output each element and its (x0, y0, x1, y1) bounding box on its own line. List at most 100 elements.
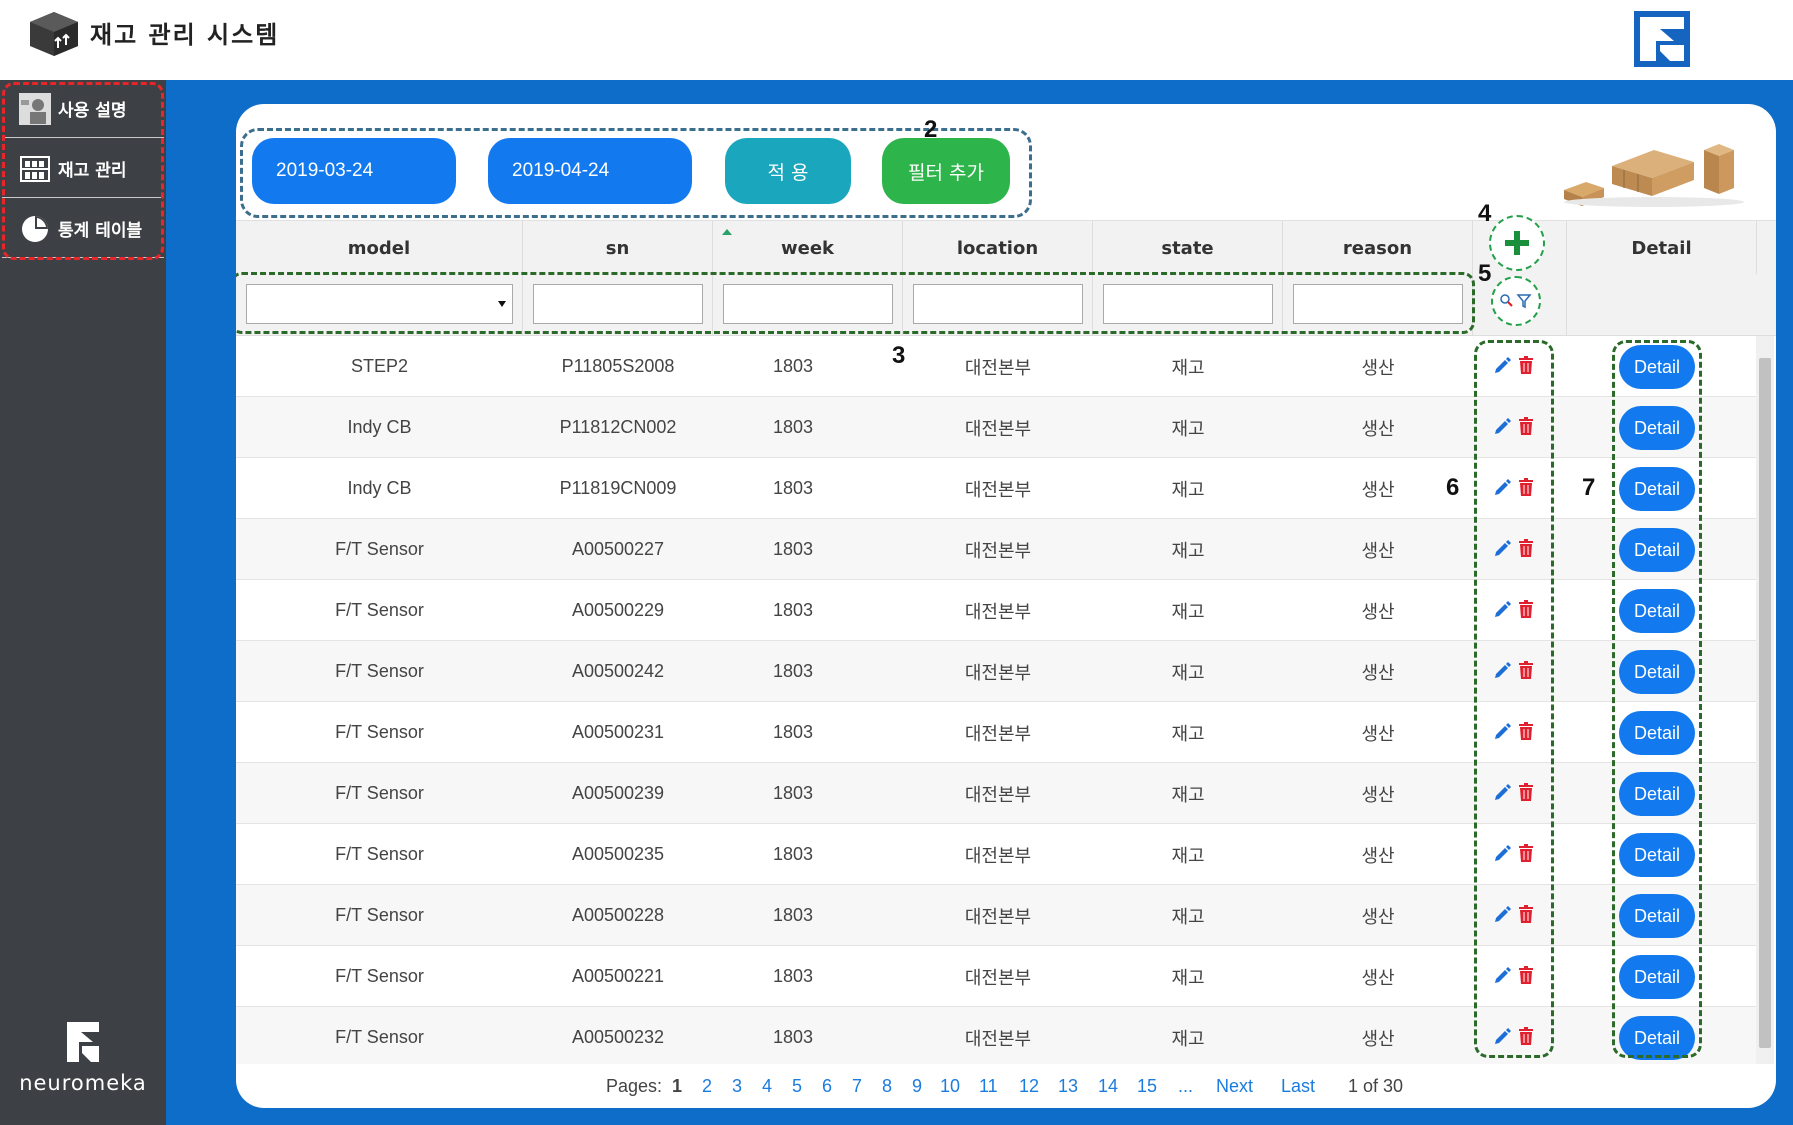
cell-state: 재고 (1171, 479, 1205, 501)
annotation-box-sidebar (2, 82, 164, 260)
cell-reason: 생산 (1361, 906, 1395, 928)
cell-location: 대전본부 (964, 784, 1032, 806)
page-link[interactable]: 10 (940, 1076, 960, 1097)
page-link[interactable]: 4 (762, 1076, 772, 1097)
page-link[interactable]: 3 (732, 1076, 742, 1097)
cell-state: 재고 (1171, 418, 1205, 440)
pages-label: Pages: (606, 1076, 663, 1096)
cell-location: 대전본부 (964, 967, 1032, 989)
cell-sn: A00500231 (571, 722, 665, 742)
next-page-link[interactable]: Next (1216, 1076, 1253, 1097)
cell-reason: 생산 (1361, 357, 1395, 379)
cell-state: 재고 (1171, 540, 1205, 562)
cell-model: F/T Sensor (335, 539, 424, 559)
cell-location: 대전본부 (964, 479, 1032, 501)
cell-reason: 생산 (1361, 601, 1395, 623)
add-row-button[interactable] (1489, 215, 1545, 271)
cell-sn: P11805S2008 (561, 356, 675, 376)
cell-week: 1803 (772, 844, 814, 864)
neuromeka-logo-icon[interactable] (1634, 11, 1690, 67)
cell-week: 1803 (772, 783, 814, 803)
pagination: Pages: 1 2 3 4 5 6 7 8 9 10 11 12 13 14 15... Next Last 1 … (236, 1064, 1756, 1108)
table-header: model sn week location state reason Deta… (236, 220, 1776, 275)
cell-reason: 생산 (1361, 784, 1395, 806)
neuromeka-logo-icon (67, 1022, 99, 1062)
column-header-location[interactable]: location (903, 221, 1093, 275)
search-filter-icon (1500, 294, 1532, 309)
inventory-panel: 2019-03-24 2019-04-24 적 용 필터 추가 2 model … (236, 104, 1776, 1108)
last-page-link[interactable]: Last (1281, 1076, 1315, 1097)
cell-reason: 생산 (1361, 1028, 1395, 1050)
cell-model: F/T Sensor (335, 905, 424, 925)
page-link[interactable]: 11 (979, 1076, 998, 1097)
column-header-detail: Detail (1567, 221, 1757, 275)
page-link[interactable]: 2 (702, 1076, 712, 1097)
cell-sn: P11812CN002 (559, 417, 677, 437)
page-link[interactable]: 6 (822, 1076, 832, 1097)
cell-state: 재고 (1171, 784, 1205, 806)
cell-sn: A00500227 (571, 539, 665, 559)
page-link[interactable]: 7 (852, 1076, 862, 1097)
page-link[interactable]: 13 (1058, 1076, 1078, 1097)
cell-sn: A00500228 (571, 905, 665, 925)
app-title: 재고 관리 시스템 (90, 21, 280, 49)
annotation-box-filters (236, 272, 1475, 334)
column-header-sn[interactable]: sn (523, 221, 713, 275)
cell-location: 대전본부 (964, 845, 1032, 867)
cell-week: 1803 (772, 600, 814, 620)
cell-sn: A00500221 (571, 966, 665, 986)
cell-sn: A00500242 (571, 661, 665, 681)
page-link[interactable]: 9 (912, 1076, 922, 1097)
boxes-illustration (1564, 144, 1744, 207)
annotation-label: 4 (1478, 200, 1492, 227)
cell-reason: 생산 (1361, 723, 1395, 745)
page-link[interactable]: 12 (1019, 1076, 1039, 1097)
cell-location: 대전본부 (964, 662, 1032, 684)
scrollbar-thumb[interactable] (1759, 358, 1771, 1048)
cell-state: 재고 (1171, 1028, 1205, 1050)
column-header-model[interactable]: model (236, 221, 523, 275)
neuromeka-brand: neuromeka (0, 1020, 166, 1095)
column-header-reason[interactable]: reason (1283, 221, 1473, 275)
cell-location: 대전본부 (964, 540, 1032, 562)
cell-state: 재고 (1171, 601, 1205, 623)
cell-model: F/T Sensor (335, 1027, 424, 1047)
column-header-week[interactable]: week (713, 221, 903, 275)
cell-state: 재고 (1171, 723, 1205, 745)
page-summary: 1 of 30 (1348, 1076, 1404, 1096)
column-header-state[interactable]: state (1093, 221, 1283, 275)
vertical-scrollbar[interactable] (1756, 336, 1774, 1064)
cell-week: 1803 (772, 356, 814, 376)
annotation-box-row-actions (1474, 340, 1554, 1058)
cell-week: 1803 (772, 539, 814, 559)
annotation-label: 6 (1446, 474, 1460, 501)
column-header-label: week (780, 237, 834, 259)
cell-week: 1803 (772, 661, 814, 681)
cell-location: 대전본부 (964, 418, 1032, 440)
cell-model: F/T Sensor (335, 722, 424, 742)
page-current: 1 (672, 1076, 683, 1096)
cell-week: 1803 (772, 966, 814, 986)
annotation-label: 2 (924, 116, 938, 143)
page-link[interactable]: 15 (1137, 1076, 1157, 1097)
cell-location: 대전본부 (964, 601, 1032, 623)
cell-model: Indy CB (347, 417, 412, 437)
sidebar: 사용 설명 재고 관리 통계 테이블 neuromeka (0, 80, 166, 1125)
page-link[interactable]: 14 (1098, 1076, 1118, 1097)
cell-state: 재고 (1171, 845, 1205, 867)
page-ellipsis[interactable]: ... (1178, 1076, 1193, 1097)
annotation-box-toolbar (240, 128, 1032, 218)
cell-model: F/T Sensor (335, 783, 424, 803)
filter-toggle-button[interactable] (1491, 276, 1541, 326)
box-icon (30, 12, 78, 56)
cell-week: 1803 (772, 417, 814, 437)
page-link[interactable]: 8 (882, 1076, 892, 1097)
cell-reason: 생산 (1361, 967, 1395, 989)
annotation-label: 7 (1582, 474, 1596, 501)
cell-week: 1803 (772, 1027, 814, 1047)
cell-sn: A00500239 (571, 783, 665, 803)
page-link[interactable]: 5 (792, 1076, 802, 1097)
cell-sn: A00500229 (571, 600, 665, 620)
cell-model: F/T Sensor (335, 600, 424, 620)
cell-week: 1803 (772, 478, 814, 498)
